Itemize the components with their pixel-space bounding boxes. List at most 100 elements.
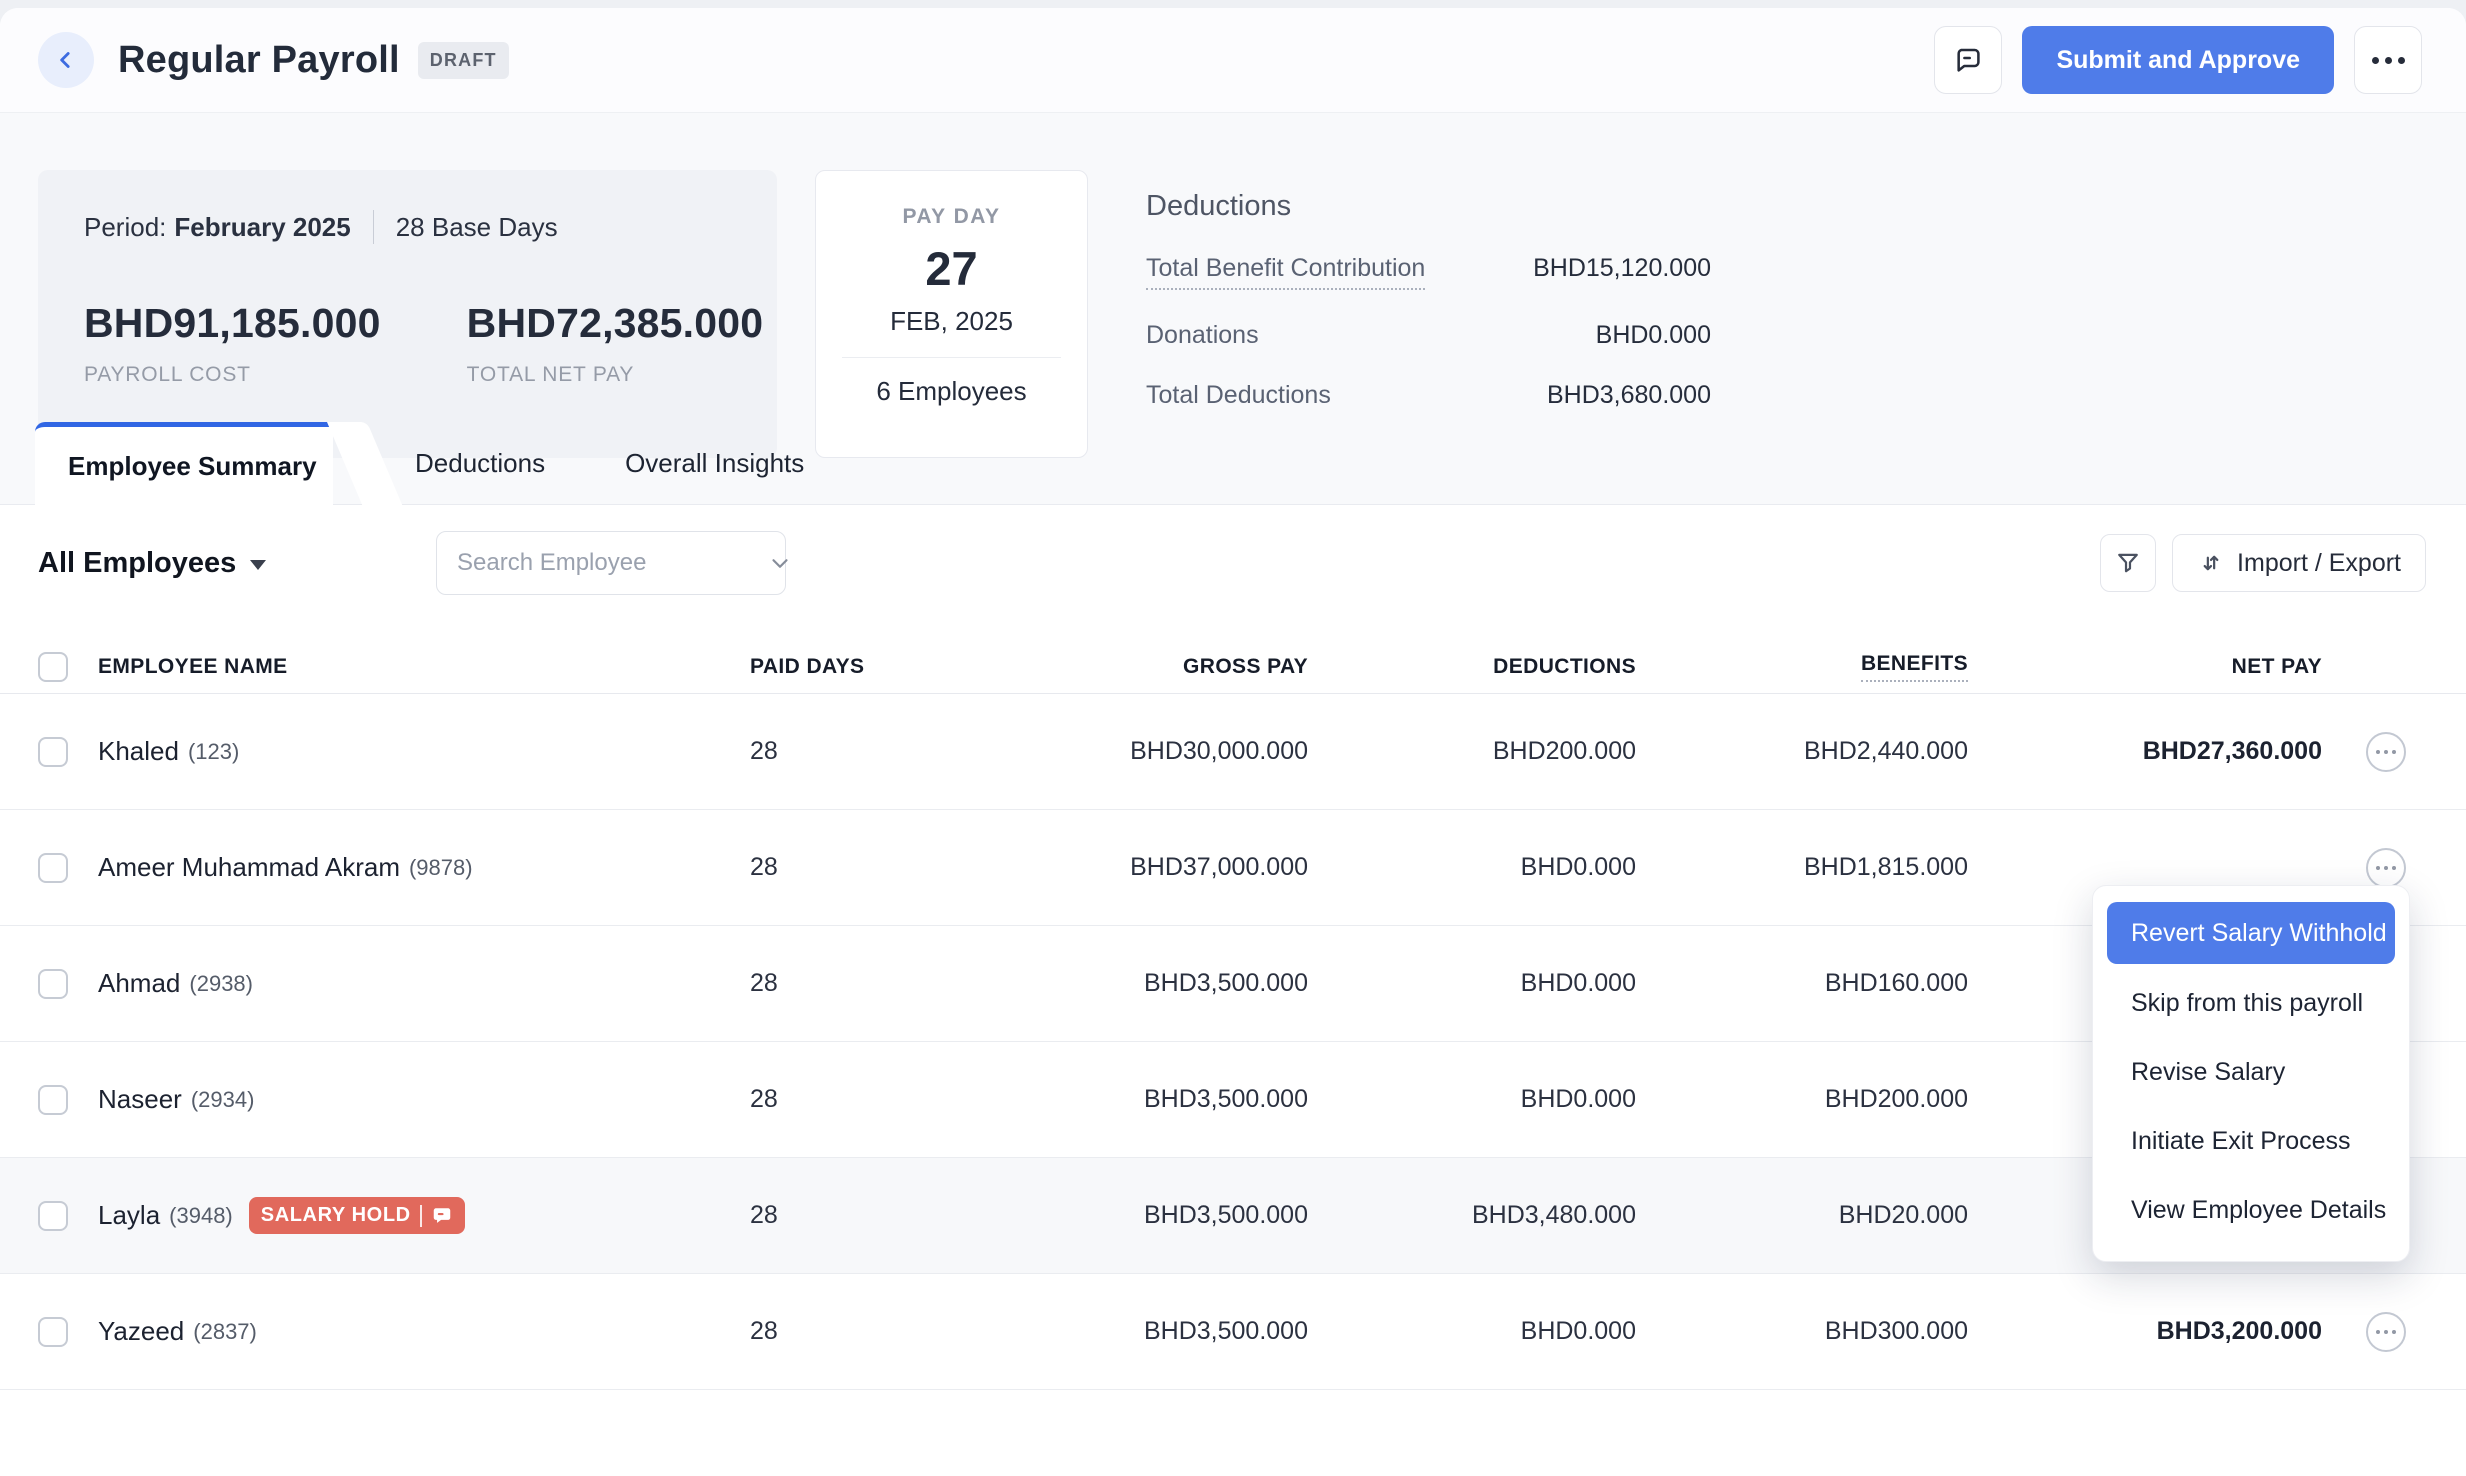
employee-search-combobox[interactable] <box>436 531 786 595</box>
table-row: Khaled (123) 28 BHD30,000.000 BHD200.000… <box>0 694 2466 810</box>
submit-and-approve-button[interactable]: Submit and Approve <box>2022 26 2334 94</box>
row-actions-button[interactable] <box>2366 732 2406 772</box>
payroll-cost-label: PAYROLL COST <box>84 363 381 387</box>
menu-item-skip-from-payroll[interactable]: Skip from this payroll <box>2107 969 2395 1038</box>
row-actions-button[interactable] <box>2366 848 2406 888</box>
net-pay: BHD3,200.000 <box>1968 1317 2322 1346</box>
benefits: BHD20.000 <box>1636 1201 1968 1230</box>
column-paid-days: PAID DAYS <box>738 655 928 679</box>
deductions: BHD3,480.000 <box>1308 1201 1636 1230</box>
paid-days: 28 <box>738 1201 928 1230</box>
column-gross-pay: GROSS PAY <box>928 655 1308 679</box>
payday-monthyear: FEB, 2025 <box>816 306 1087 337</box>
total-deductions-value: BHD3,680.000 <box>1547 381 1711 410</box>
period-value: February 2025 <box>174 212 350 243</box>
ellipsis-icon <box>2372 57 2405 64</box>
comments-button[interactable] <box>1934 26 2002 94</box>
total-net-pay-value: BHD72,385.000 <box>467 300 764 347</box>
row-actions-button[interactable] <box>2366 1312 2406 1352</box>
import-export-button[interactable]: Import / Export <box>2172 534 2426 592</box>
gross-pay: BHD3,500.000 <box>928 1317 1308 1346</box>
menu-item-revise-salary[interactable]: Revise Salary <box>2107 1038 2395 1107</box>
back-button[interactable] <box>38 32 94 88</box>
benefits: BHD160.000 <box>1636 969 1968 998</box>
deductions: BHD0.000 <box>1308 1085 1636 1114</box>
payroll-page: Regular Payroll DRAFT Submit and Approve <box>0 8 2466 1476</box>
column-benefits[interactable]: BENEFITS <box>1636 652 1968 682</box>
period-card: Period: February 2025 28 Base Days BHD91… <box>38 170 777 458</box>
tab-overall-insights[interactable]: Overall Insights <box>623 422 806 505</box>
gross-pay: BHD3,500.000 <box>928 1085 1308 1114</box>
row-checkbox[interactable] <box>38 737 68 767</box>
page-header: Regular Payroll DRAFT Submit and Approve <box>0 8 2466 113</box>
tab-label: Deductions <box>415 448 545 479</box>
paid-days: 28 <box>738 969 928 998</box>
benefits: BHD300.000 <box>1636 1317 1968 1346</box>
benefits: BHD2,440.000 <box>1636 737 1968 766</box>
total-net-pay-label: TOTAL NET PAY <box>467 363 764 387</box>
row-checkbox[interactable] <box>38 1085 68 1115</box>
status-badge: DRAFT <box>418 42 509 79</box>
column-deductions: DEDUCTIONS <box>1308 655 1636 679</box>
select-all-checkbox[interactable] <box>38 652 68 682</box>
menu-item-view-employee-details[interactable]: View Employee Details <box>2107 1176 2395 1245</box>
total-benefit-contribution-label[interactable]: Total Benefit Contribution <box>1146 254 1425 290</box>
employee-filter-label: All Employees <box>38 547 236 580</box>
deductions: BHD200.000 <box>1308 737 1636 766</box>
divider <box>373 210 374 244</box>
row-checkbox[interactable] <box>38 1317 68 1347</box>
divider <box>420 1205 422 1227</box>
employee-id: (3948) <box>169 1203 233 1229</box>
employee-id: (123) <box>188 739 239 765</box>
employee-name[interactable]: Naseer <box>98 1084 182 1115</box>
payday-employee-count: 6 Employees <box>816 376 1087 407</box>
employee-name[interactable]: Khaled <box>98 736 179 767</box>
benefits: BHD200.000 <box>1636 1085 1968 1114</box>
deductions: BHD0.000 <box>1308 853 1636 882</box>
salary-hold-comment-icon <box>431 1205 453 1227</box>
more-options-button[interactable] <box>2354 26 2422 94</box>
paid-days: 28 <box>738 853 928 882</box>
employee-id: (2938) <box>189 971 253 997</box>
deductions: BHD0.000 <box>1308 969 1636 998</box>
table-toolbar: All Employees <box>38 530 2426 596</box>
donations-value: BHD0.000 <box>1596 321 1711 350</box>
gross-pay: BHD3,500.000 <box>928 969 1308 998</box>
gross-pay: BHD3,500.000 <box>928 1201 1308 1230</box>
tab-label: Employee Summary <box>68 451 317 482</box>
filter-funnel-icon <box>2114 549 2142 577</box>
tab-employee-summary[interactable]: Employee Summary <box>35 422 333 505</box>
tab-deductions[interactable]: Deductions <box>413 422 547 505</box>
base-days: 28 Base Days <box>396 212 558 243</box>
net-pay: BHD27,360.000 <box>1968 737 2322 766</box>
paid-days: 28 <box>738 1317 928 1346</box>
employee-name[interactable]: Ahmad <box>98 968 180 999</box>
employee-name[interactable]: Layla <box>98 1200 160 1231</box>
dropdown-caret-icon <box>250 560 266 570</box>
row-checkbox[interactable] <box>38 1201 68 1231</box>
column-employee-name: EMPLOYEE NAME <box>98 655 738 679</box>
filter-button[interactable] <box>2100 534 2156 592</box>
gross-pay: BHD30,000.000 <box>928 737 1308 766</box>
comment-icon <box>1952 44 1984 76</box>
import-export-icon <box>2197 549 2225 577</box>
benefits: BHD1,815.000 <box>1636 853 1968 882</box>
employee-id: (9878) <box>409 855 473 881</box>
employee-name[interactable]: Ameer Muhammad Akram <box>98 852 400 883</box>
menu-item-revert-salary-withhold[interactable]: Revert Salary Withhold <box>2107 902 2395 964</box>
divider <box>842 357 1061 358</box>
deductions-summary: Deductions Total Benefit Contribution BH… <box>1146 170 1711 410</box>
menu-item-initiate-exit-process[interactable]: Initiate Exit Process <box>2107 1107 2395 1176</box>
employee-id: (2837) <box>193 1319 257 1345</box>
row-checkbox[interactable] <box>38 969 68 999</box>
row-checkbox[interactable] <box>38 853 68 883</box>
search-input[interactable] <box>457 549 767 577</box>
employee-filter-dropdown[interactable]: All Employees <box>38 547 266 580</box>
salary-hold-badge[interactable]: SALARY HOLD <box>249 1197 465 1234</box>
total-benefit-contribution-value: BHD15,120.000 <box>1533 254 1711 283</box>
payday-label: PAY DAY <box>816 205 1087 229</box>
employee-name[interactable]: Yazeed <box>98 1316 184 1347</box>
column-net-pay: NET PAY <box>1968 655 2322 679</box>
payday-card: PAY DAY 27 FEB, 2025 6 Employees <box>815 170 1088 458</box>
back-chevron-icon <box>53 47 79 73</box>
